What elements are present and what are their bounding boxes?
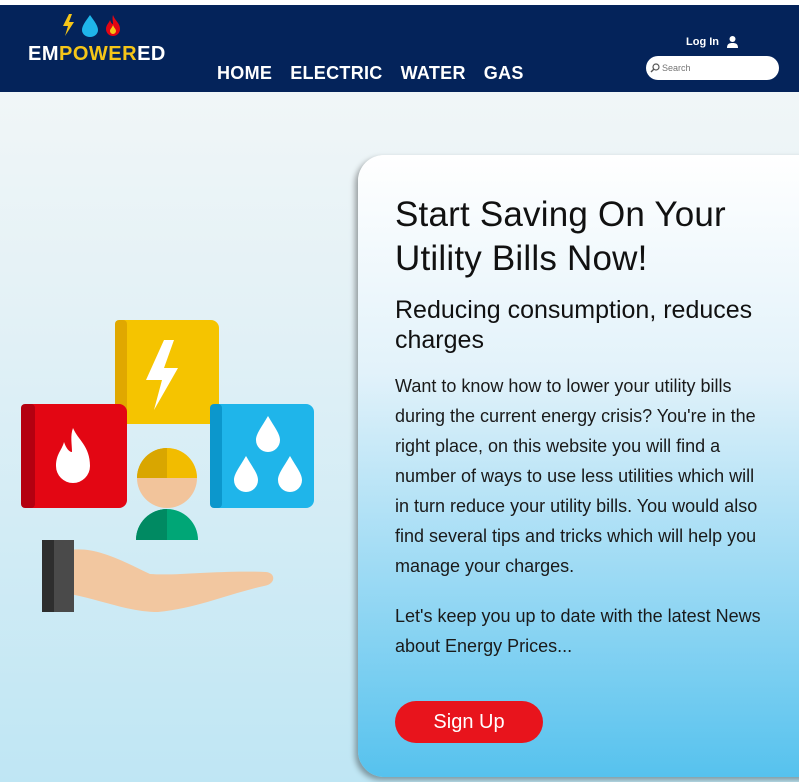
utilities-illustration bbox=[21, 320, 314, 612]
hero-title: Start Saving On Your Utility Bills Now! bbox=[395, 195, 726, 278]
nav-water[interactable]: WATER bbox=[401, 63, 466, 84]
electric-block-icon bbox=[115, 320, 219, 424]
user-icon bbox=[727, 36, 738, 48]
brand-name-part2: POWER bbox=[59, 43, 138, 65]
search-box[interactable] bbox=[646, 56, 779, 80]
person-icon bbox=[136, 448, 198, 540]
hero-card: Start Saving On Your Utility Bills Now! … bbox=[358, 155, 799, 777]
logo-icons bbox=[63, 14, 120, 37]
brand-name-part3: ED bbox=[137, 43, 166, 65]
search-icon bbox=[650, 63, 660, 73]
brand-name-part1: EM bbox=[28, 43, 59, 65]
hero-news: Let's keep you up to date with the lates… bbox=[395, 606, 761, 656]
nav-electric[interactable]: ELECTRIC bbox=[290, 63, 382, 84]
hero-body: Want to know how to lower your utility b… bbox=[395, 376, 758, 576]
water-block-icon bbox=[210, 404, 314, 508]
lightning-icon bbox=[63, 14, 74, 36]
sign-up-button[interactable]: Sign Up bbox=[395, 701, 543, 743]
water-drop-icon bbox=[82, 15, 98, 37]
main-nav: HOME ELECTRIC WATER GAS bbox=[217, 63, 524, 84]
site-header: EMPOWERED HOME ELECTRIC WATER GAS Log In bbox=[0, 5, 799, 92]
search-input[interactable] bbox=[662, 63, 772, 73]
hero-content: Start Saving On Your Utility Bills Now! … bbox=[395, 193, 775, 661]
flame-icon bbox=[106, 15, 120, 36]
nav-home[interactable]: HOME bbox=[217, 63, 272, 84]
brand-logo[interactable]: EMPOWERED bbox=[28, 13, 168, 69]
login-label: Log In bbox=[686, 36, 719, 48]
login-link[interactable]: Log In bbox=[686, 36, 738, 48]
hand-icon bbox=[42, 540, 274, 612]
gas-block-icon bbox=[21, 404, 127, 508]
nav-gas[interactable]: GAS bbox=[484, 63, 524, 84]
hero-subtitle: Reducing consumption, reduces charges bbox=[395, 296, 753, 354]
brand-name: EMPOWERED bbox=[28, 43, 166, 66]
